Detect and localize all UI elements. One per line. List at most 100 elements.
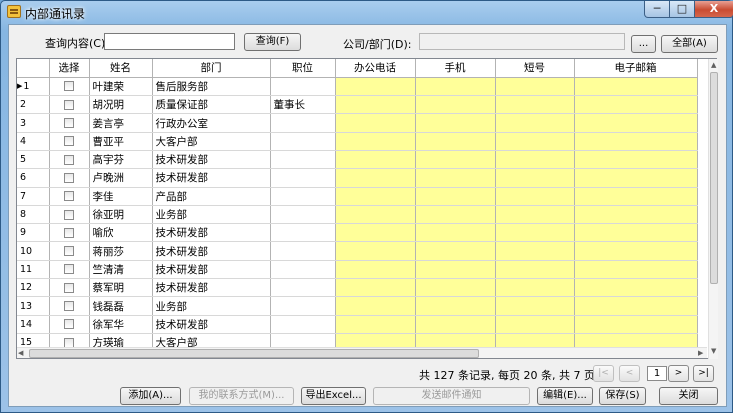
- mobile-cell[interactable]: [415, 260, 496, 280]
- position-cell[interactable]: [270, 187, 336, 206]
- table-row[interactable]: 13 钱磊磊 业务部: [17, 296, 698, 316]
- select-checkbox[interactable]: [64, 81, 74, 92]
- position-cell[interactable]: [270, 150, 336, 170]
- mobile-cell[interactable]: [415, 223, 496, 243]
- office-phone-cell[interactable]: [335, 77, 416, 97]
- email-cell[interactable]: [574, 132, 698, 151]
- name-cell[interactable]: 曹亚平: [89, 132, 153, 151]
- mobile-cell[interactable]: [415, 95, 496, 115]
- office-phone-cell[interactable]: [335, 315, 416, 334]
- department-cell[interactable]: 产品部: [152, 187, 271, 206]
- department-cell[interactable]: 技术研发部: [152, 315, 271, 334]
- office-phone-cell[interactable]: [335, 241, 416, 261]
- email-cell[interactable]: [574, 315, 698, 334]
- column-header[interactable]: 手机: [415, 59, 496, 78]
- mobile-cell[interactable]: [415, 77, 496, 97]
- email-cell[interactable]: [574, 95, 698, 115]
- select-checkbox-cell[interactable]: [49, 187, 90, 206]
- position-cell[interactable]: [270, 260, 336, 280]
- name-cell[interactable]: 钱磊磊: [89, 296, 153, 316]
- mobile-cell[interactable]: [415, 187, 496, 206]
- department-cell[interactable]: 技术研发部: [152, 168, 271, 188]
- edit-button[interactable]: 编辑(E)...: [537, 387, 593, 405]
- position-cell[interactable]: [270, 315, 336, 334]
- row-number[interactable]: 5: [17, 150, 50, 170]
- browse-button[interactable]: ...: [631, 35, 656, 53]
- department-cell[interactable]: 质量保证部: [152, 95, 271, 115]
- short-number-cell[interactable]: [495, 150, 575, 170]
- select-checkbox[interactable]: [64, 118, 74, 129]
- save-button[interactable]: 保存(S): [599, 387, 646, 405]
- table-row[interactable]: 9 喻欣 技术研发部: [17, 223, 698, 243]
- short-number-cell[interactable]: [495, 77, 575, 97]
- name-cell[interactable]: 徐军华: [89, 315, 153, 334]
- add-button[interactable]: 添加(A)...: [120, 387, 181, 405]
- horizontal-scrollbar[interactable]: ◀ ▶: [17, 347, 707, 358]
- export-excel-button[interactable]: 导出Excel...: [301, 387, 366, 405]
- select-checkbox[interactable]: [64, 191, 74, 202]
- row-number[interactable]: 12: [17, 278, 50, 298]
- select-checkbox-cell[interactable]: [49, 260, 90, 280]
- position-cell[interactable]: [270, 77, 336, 97]
- horizontal-scroll-thumb[interactable]: [29, 349, 479, 358]
- email-cell[interactable]: [574, 205, 698, 225]
- column-header[interactable]: 职位: [270, 59, 336, 78]
- office-phone-cell[interactable]: [335, 132, 416, 151]
- name-cell[interactable]: 叶建荣: [89, 77, 153, 97]
- select-checkbox[interactable]: [64, 282, 74, 293]
- vertical-scroll-thumb[interactable]: [710, 72, 718, 284]
- department-cell[interactable]: 技术研发部: [152, 241, 271, 261]
- mobile-cell[interactable]: [415, 278, 496, 298]
- select-checkbox[interactable]: [64, 154, 74, 165]
- short-number-cell[interactable]: [495, 168, 575, 188]
- name-cell[interactable]: 蒋丽莎: [89, 241, 153, 261]
- column-header[interactable]: 电子邮箱: [574, 59, 698, 78]
- short-number-cell[interactable]: [495, 315, 575, 334]
- table-row[interactable]: 10 蒋丽莎 技术研发部: [17, 241, 698, 261]
- mobile-cell[interactable]: [415, 296, 496, 316]
- maximize-button[interactable]: □: [669, 1, 695, 18]
- email-cell[interactable]: [574, 260, 698, 280]
- email-cell[interactable]: [574, 241, 698, 261]
- position-cell[interactable]: [270, 278, 336, 298]
- position-cell[interactable]: [270, 205, 336, 225]
- select-checkbox-cell[interactable]: [49, 168, 90, 188]
- position-cell[interactable]: [270, 132, 336, 151]
- name-cell[interactable]: 高宇芬: [89, 150, 153, 170]
- select-checkbox[interactable]: [64, 136, 74, 147]
- office-phone-cell[interactable]: [335, 260, 416, 280]
- mobile-cell[interactable]: [415, 241, 496, 261]
- table-row[interactable]: 5 高宇芬 技术研发部: [17, 150, 698, 170]
- table-row[interactable]: 4 曹亚平 大客户部: [17, 132, 698, 151]
- select-checkbox[interactable]: [64, 172, 74, 183]
- short-number-cell[interactable]: [495, 223, 575, 243]
- position-cell[interactable]: [270, 113, 336, 133]
- select-checkbox[interactable]: [64, 99, 74, 110]
- table-row[interactable]: 6 卢晚洲 技术研发部: [17, 168, 698, 188]
- row-number[interactable]: 11: [17, 260, 50, 280]
- table-row[interactable]: 7 李佳 产品部: [17, 187, 698, 206]
- office-phone-cell[interactable]: [335, 168, 416, 188]
- vertical-scrollbar[interactable]: ▲ ▼: [708, 59, 718, 359]
- select-checkbox-cell[interactable]: [49, 223, 90, 243]
- row-number[interactable]: 6: [17, 168, 50, 188]
- column-header[interactable]: 选择: [49, 59, 90, 78]
- my-contact-button[interactable]: 我的联系方式(M)...: [189, 387, 294, 405]
- short-number-cell[interactable]: [495, 132, 575, 151]
- select-checkbox[interactable]: [64, 264, 74, 275]
- email-cell[interactable]: [574, 223, 698, 243]
- prev-page-button[interactable]: <: [619, 365, 640, 382]
- select-checkbox-cell[interactable]: [49, 315, 90, 334]
- row-number[interactable]: 1: [17, 77, 50, 97]
- name-cell[interactable]: 竺清清: [89, 260, 153, 280]
- send-mail-button[interactable]: 发送邮件通知: [373, 387, 530, 405]
- email-cell[interactable]: [574, 168, 698, 188]
- department-cell[interactable]: 售后服务部: [152, 77, 271, 97]
- row-number[interactable]: 9: [17, 223, 50, 243]
- column-header[interactable]: 办公电话: [335, 59, 416, 78]
- row-header-corner[interactable]: [17, 59, 50, 78]
- close-button[interactable]: 关闭: [659, 387, 718, 405]
- column-header[interactable]: 姓名: [89, 59, 153, 78]
- select-checkbox-cell[interactable]: [49, 132, 90, 151]
- office-phone-cell[interactable]: [335, 113, 416, 133]
